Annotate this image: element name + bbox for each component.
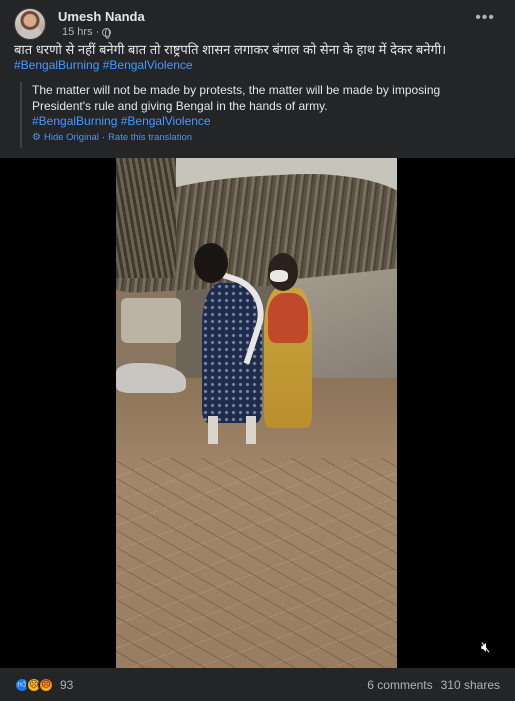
post-hashtags[interactable]: #BengalBurning #BengalViolence bbox=[14, 58, 193, 72]
more-options-icon[interactable]: ••• bbox=[475, 10, 495, 26]
globe-icon bbox=[102, 27, 112, 39]
hide-original-link[interactable]: Hide Original bbox=[44, 132, 99, 143]
author-name[interactable]: Umesh Nanda bbox=[58, 9, 145, 24]
meta-dot: · bbox=[95, 26, 100, 38]
person-blue-legs bbox=[198, 416, 268, 444]
facebook-post: Umesh Nanda 15 hrs · ••• बात धरणो से नही… bbox=[0, 0, 515, 701]
video-player[interactable]: 🔇︎ bbox=[0, 158, 515, 668]
shares-count[interactable]: 310 shares bbox=[441, 678, 500, 692]
angry-icon: ☹ bbox=[38, 677, 54, 693]
translation-text: The matter will not be made by protests,… bbox=[32, 83, 441, 113]
person-red-blouse bbox=[268, 293, 308, 343]
post-text: बात धरणो से नहीं बनेगी बात तो राष्ट्रपति… bbox=[14, 42, 447, 57]
post-stats: 6 comments 310 shares bbox=[367, 678, 500, 692]
translation-hashtags[interactable]: #BengalBurning #BengalViolence bbox=[32, 114, 502, 129]
reactions-summary[interactable]: 👍︎ ☹ ☹ 93 bbox=[14, 677, 73, 693]
person-blue-head bbox=[194, 243, 228, 283]
translation-block: The matter will not be made by protests,… bbox=[20, 82, 502, 148]
separator: · bbox=[101, 132, 106, 143]
reaction-count: 93 bbox=[60, 678, 74, 692]
post-footer: 👍︎ ☹ ☹ 93 6 comments 310 shares bbox=[0, 668, 515, 701]
post-header: Umesh Nanda 15 hrs · ••• bbox=[12, 8, 503, 42]
post-meta: 15 hrs · bbox=[62, 26, 112, 39]
speaker-muted-icon[interactable]: 🔇︎ bbox=[481, 638, 505, 656]
scene-sack bbox=[121, 298, 181, 343]
video-frame[interactable] bbox=[116, 158, 397, 668]
translation-actions: ⚙ Hide Original · Rate this translation bbox=[32, 132, 502, 143]
post-time[interactable]: 15 hrs bbox=[62, 26, 93, 38]
scene-left-thatch bbox=[116, 158, 176, 278]
scene-straw bbox=[116, 458, 397, 668]
author-avatar[interactable] bbox=[14, 8, 46, 40]
comments-count[interactable]: 6 comments bbox=[367, 678, 432, 692]
face-mask bbox=[270, 270, 288, 282]
rate-translation-link[interactable]: Rate this translation bbox=[108, 132, 192, 143]
gear-icon[interactable]: ⚙ bbox=[32, 132, 41, 143]
